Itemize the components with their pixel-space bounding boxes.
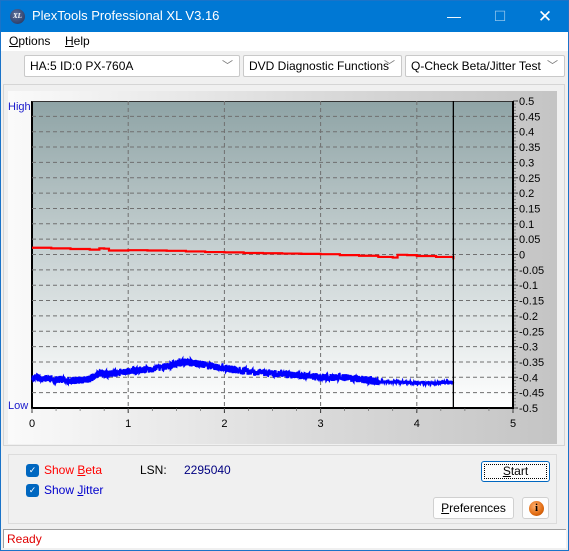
- show-beta-prefix: Show: [44, 463, 78, 477]
- start-label: tart: [510, 464, 529, 478]
- y-tick-label: 0.45: [519, 111, 540, 123]
- lsn-label: LSN:: [140, 463, 167, 477]
- y-tick-label: -0.3: [519, 342, 538, 354]
- show-beta-label[interactable]: Show Beta: [44, 463, 102, 477]
- info-icon: i: [529, 501, 544, 516]
- show-jitter-checkbox[interactable]: ✓: [26, 484, 39, 497]
- y-tick-label: -0.1: [519, 280, 538, 292]
- beta-series-line: [32, 246, 455, 260]
- show-jitter-rest: itter: [83, 483, 104, 497]
- y-tick-label: -0.35: [519, 357, 544, 369]
- y-tick-label: -0.2: [519, 311, 538, 323]
- y-tick-label: 0.35: [519, 142, 540, 154]
- show-jitter-label[interactable]: Show Jitter: [44, 483, 103, 497]
- x-tick-label: 0: [29, 418, 35, 430]
- y-tick-label: -0.25: [519, 326, 544, 338]
- preferences-button[interactable]: Preferences: [433, 497, 514, 519]
- status-text: Ready: [7, 532, 42, 546]
- start-mnemonic: S: [502, 464, 511, 478]
- x-tick-label: 4: [414, 418, 420, 430]
- show-beta-checkbox[interactable]: ✓: [26, 464, 39, 477]
- y-tick-label: 0.1: [519, 219, 534, 231]
- y-tick-label: -0.05: [519, 265, 544, 277]
- y-tick-label: -0.4: [519, 372, 538, 384]
- y-tick-label: 0.25: [519, 173, 540, 185]
- y-tick-label: -0.45: [519, 388, 544, 400]
- x-tick-label: 3: [318, 418, 324, 430]
- jitter-series-line: [31, 355, 455, 389]
- y-tick-label: -0.5: [519, 403, 538, 415]
- x-tick-label: 1: [125, 418, 131, 430]
- show-jitter-prefix: Show: [44, 483, 78, 497]
- y-tick-label: 0.3: [519, 157, 534, 169]
- preferences-label: references: [449, 501, 506, 515]
- y-tick-label: 0.15: [519, 203, 540, 215]
- y-tick-label: 0.2: [519, 188, 534, 200]
- show-beta-rest: eta: [85, 463, 103, 477]
- y-tick-label: 0.5: [519, 96, 534, 108]
- x-tick-label: 5: [510, 418, 516, 430]
- info-button[interactable]: i: [522, 497, 549, 519]
- start-button[interactable]: Start: [481, 461, 550, 482]
- lsn-value: 2295040: [184, 463, 231, 477]
- preferences-mnemonic: P: [441, 501, 450, 515]
- y-tick-label: 0.05: [519, 234, 540, 246]
- y-tick-label: 0: [519, 250, 525, 262]
- status-bar: Ready: [3, 529, 566, 548]
- x-tick-label: 2: [221, 418, 227, 430]
- y-tick-label: -0.15: [519, 296, 544, 308]
- y-tick-label: 0.4: [519, 127, 534, 139]
